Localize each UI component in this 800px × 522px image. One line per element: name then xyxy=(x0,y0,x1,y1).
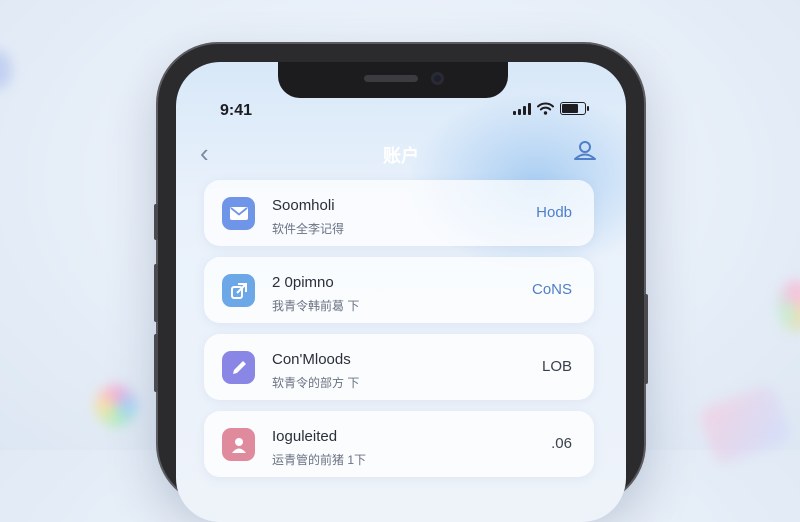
item-subtitle: 软件全李记得 xyxy=(272,222,345,236)
item-subtitle: 软青令的部方 下 xyxy=(272,376,360,390)
wifi-icon xyxy=(537,102,554,115)
battery-icon xyxy=(560,102,589,115)
edit-icon xyxy=(222,351,255,384)
status-time: 9:41 xyxy=(220,102,253,119)
signal-icon xyxy=(513,102,531,115)
item-title: Soomholi xyxy=(272,197,335,214)
nav-bar: ‹ 账户 xyxy=(176,138,626,168)
phone-screen: 9:41 ‹ 账户 Soomholi 软件全李记得 Hodb 2 0pimno … xyxy=(176,62,626,522)
background-blur-blob xyxy=(697,383,793,467)
list-item[interactable]: Con'Mloods 软青令的部方 下 LOB xyxy=(204,334,594,400)
phone-frame: 9:41 ‹ 账户 Soomholi 软件全李记得 Hodb 2 0pimno … xyxy=(154,44,648,522)
item-title: Con'Mloods xyxy=(272,351,351,368)
user-icon xyxy=(222,428,255,461)
profile-button[interactable] xyxy=(572,138,598,164)
mail-icon xyxy=(222,197,255,230)
power-button xyxy=(644,294,648,384)
item-subtitle: 运青管的前猪 1下 xyxy=(272,453,367,467)
list-item[interactable]: Ioguleited 运青管的前猪 1下 .06 xyxy=(204,411,594,477)
item-subtitle: 我青令韩前葛 下 xyxy=(272,299,360,313)
list-item[interactable]: 2 0pimno 我青令韩前葛 下 CoNS xyxy=(204,257,594,323)
battery-level xyxy=(562,104,578,113)
item-value: .06 xyxy=(551,435,572,452)
item-value: Hodb xyxy=(536,204,572,221)
item-title: 2 0pimno xyxy=(272,274,334,291)
volume-down-button xyxy=(154,334,158,392)
background-blur-blob xyxy=(778,280,800,332)
settings-list: Soomholi 软件全李记得 Hodb 2 0pimno 我青令韩前葛 下 C… xyxy=(204,180,594,488)
item-value: LOB xyxy=(541,358,572,375)
notch xyxy=(278,62,508,98)
background-blur-blob xyxy=(0,50,12,90)
list-item[interactable]: Soomholi 软件全李记得 Hodb xyxy=(204,180,594,246)
page-title: 账户 xyxy=(383,146,419,166)
item-value: CoNS xyxy=(531,281,572,298)
volume-up-button xyxy=(154,264,158,322)
item-title: Ioguleited xyxy=(272,428,338,445)
front-camera xyxy=(431,72,444,85)
background-blur-blob xyxy=(95,385,137,427)
side-button xyxy=(154,204,158,240)
share-icon xyxy=(222,274,255,307)
speaker-grille xyxy=(364,75,418,82)
status-indicators xyxy=(513,102,589,115)
